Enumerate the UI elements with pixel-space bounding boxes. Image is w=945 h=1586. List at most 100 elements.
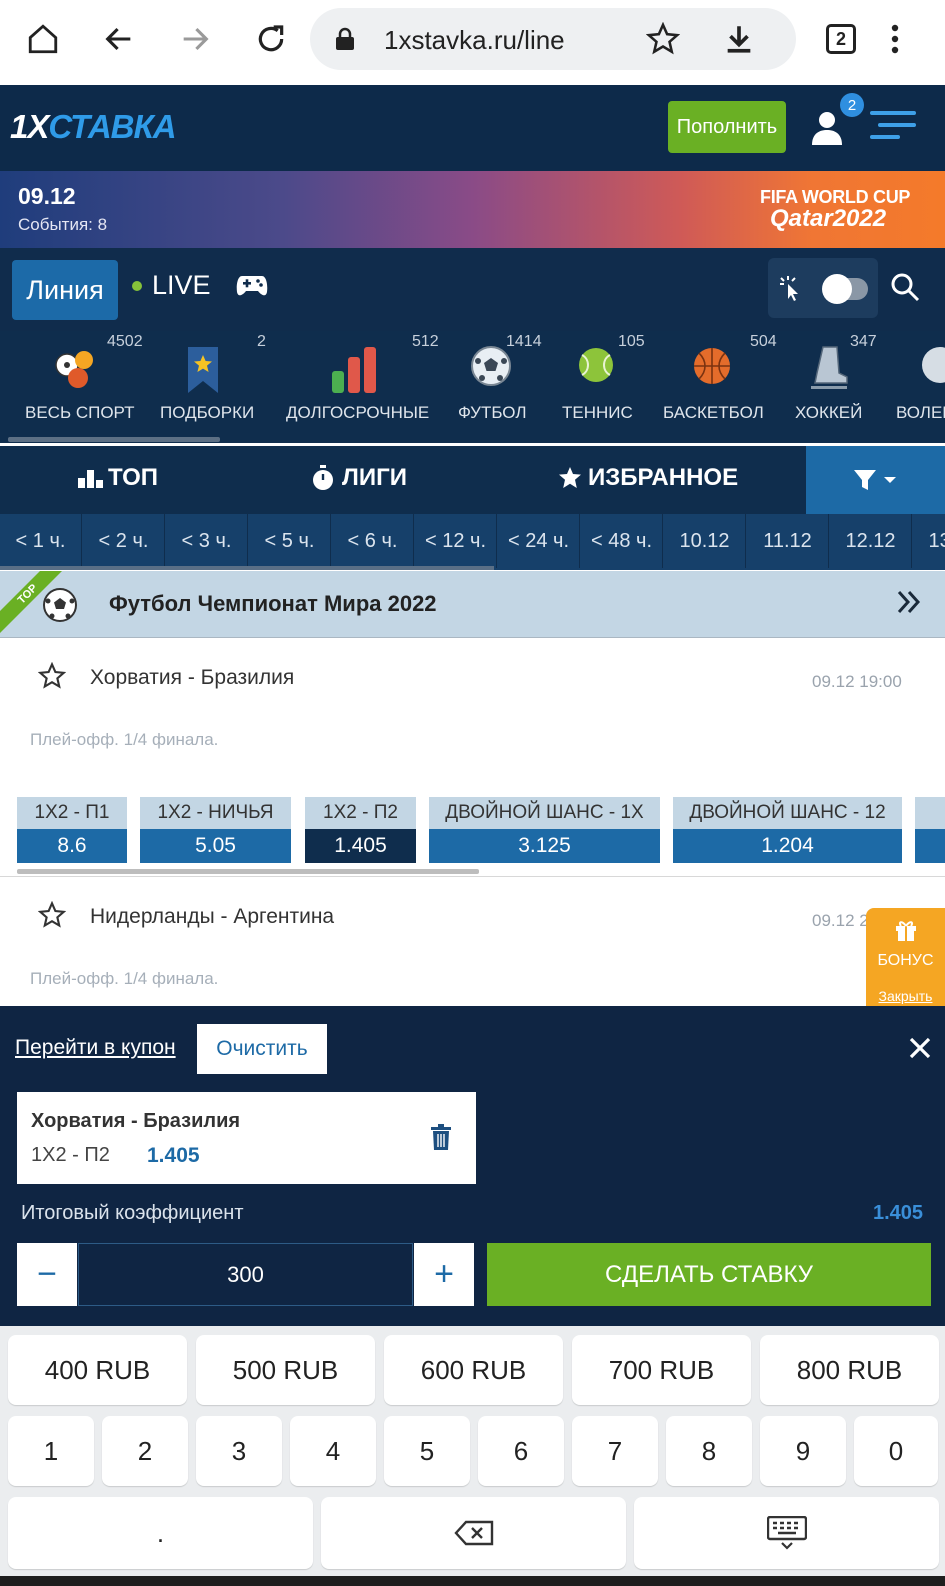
time-tab[interactable]: < 48 ч. (581, 514, 663, 568)
one-click-toggle[interactable] (768, 258, 878, 318)
preset-amount-key[interactable]: 800 RUB (760, 1335, 939, 1405)
preset-amount-key[interactable]: 600 RUB (384, 1335, 563, 1405)
bonus-close-link[interactable]: Закрыть (866, 988, 945, 1004)
favorite-star-icon[interactable] (38, 662, 66, 690)
time-tab[interactable]: 11.12 (747, 514, 829, 568)
league-header[interactable]: TOP Футбол Чемпионат Мира 2022 (0, 571, 945, 638)
digit-key[interactable]: 4 (290, 1416, 376, 1486)
odd-button[interactable]: 1X2 - П1 8.6 (17, 797, 127, 863)
digit-key[interactable]: 0 (854, 1416, 938, 1486)
tab-favorites[interactable]: ИЗБРАННОЕ (558, 464, 738, 492)
odd-button[interactable]: ДВОЙНОЙ ШАНС - 1X 3.125 (429, 797, 660, 863)
digit-key[interactable]: 1 (8, 1416, 94, 1486)
odd-value (915, 829, 945, 863)
time-tab[interactable]: < 6 ч. (332, 514, 414, 568)
back-icon[interactable] (94, 14, 144, 64)
bet-slip-item: Хорватия - Бразилия 1X2 - П2 1.405 (17, 1092, 476, 1184)
preset-amount-key[interactable]: 400 RUB (8, 1335, 187, 1405)
overflow-menu-icon[interactable] (870, 14, 920, 64)
preset-amount-key[interactable]: 700 RUB (572, 1335, 751, 1405)
time-tab[interactable]: < 5 ч. (249, 514, 331, 568)
time-tab[interactable]: < 2 ч. (83, 514, 165, 568)
sport-item-volleyball[interactable]: ВОЛЕЙ (894, 331, 945, 443)
time-tab[interactable]: < 12 ч. (415, 514, 497, 568)
sport-label: ДОЛГОСРОЧНЫЕ (286, 403, 430, 422)
backspace-key[interactable] (321, 1497, 626, 1569)
time-tab[interactable]: < 1 ч. (0, 514, 82, 568)
sport-item-hockey[interactable]: 347 ХОККЕЙ (795, 331, 877, 443)
sport-item-longterm[interactable]: 512 ДОЛГОСРОЧНЫЕ (286, 331, 439, 443)
place-bet-button[interactable]: СДЕЛАТЬ СТАВКУ (487, 1243, 931, 1306)
digit-key[interactable]: 3 (196, 1416, 282, 1486)
sport-item-all[interactable]: 4502 ВЕСЬ СПОРТ (20, 331, 143, 443)
tab-line[interactable]: Линия (12, 260, 118, 320)
sport-item-collections[interactable]: 2 ПОДБОРКИ (160, 331, 270, 443)
odd-button-partial[interactable] (915, 797, 945, 863)
preset-amount-key[interactable]: 500 RUB (196, 1335, 375, 1405)
home-icon[interactable] (18, 14, 68, 64)
banner-date: 09.12 (18, 183, 76, 209)
digit-key[interactable]: 2 (102, 1416, 188, 1486)
forward-icon[interactable] (170, 14, 220, 64)
bookmark-star-icon[interactable] (646, 22, 680, 56)
bet-item-match: Хорватия - Бразилия (31, 1110, 241, 1132)
odd-label: ДВОЙНОЙ ШАНС - 12 (673, 797, 902, 829)
match-stage: Плей-офф. 1/4 финала. (30, 730, 219, 749)
user-icon[interactable] (810, 109, 844, 145)
hockey-skate-icon (811, 346, 848, 389)
odd-value: 3.125 (429, 829, 660, 863)
sport-item-tennis[interactable]: 105 ТЕННИС (562, 331, 662, 443)
sport-count: 4502 (107, 333, 143, 350)
clear-button[interactable]: Очистить (197, 1024, 327, 1074)
dot-key[interactable]: . (8, 1497, 313, 1569)
tab-leagues[interactable]: ЛИГИ (310, 464, 407, 492)
odd-button-selected[interactable]: 1X2 - П2 1.405 (305, 797, 416, 863)
odd-button[interactable]: 1X2 - НИЧЬЯ 5.05 (140, 797, 291, 863)
sport-item-basketball[interactable]: 504 БАСКЕТБОЛ (663, 331, 777, 443)
tab-top[interactable]: ТОП (78, 464, 158, 492)
digit-key[interactable]: 7 (572, 1416, 658, 1486)
menu-icon[interactable] (870, 111, 916, 141)
increase-stake-button[interactable]: + (414, 1243, 474, 1306)
download-icon[interactable] (722, 22, 756, 56)
match-card[interactable]: Нидерланды - Аргентина 09.12 2 Плей-офф.… (0, 877, 945, 1006)
time-tab[interactable]: 10.12 (664, 514, 746, 568)
time-tab[interactable]: 12.12 (830, 514, 912, 568)
tab-switcher[interactable]: 2 (826, 24, 856, 54)
backspace-icon (453, 1520, 493, 1546)
time-tab[interactable]: < 3 ч. (166, 514, 248, 568)
topup-button[interactable]: Пополнить (668, 101, 786, 153)
events-banner[interactable]: 09.12 События: 8 FIFA WORLD CUP Qatar202… (0, 171, 945, 248)
sport-item-football[interactable]: 1414 ФУТБОЛ (458, 331, 548, 443)
goto-coupon-link[interactable]: Перейти в купон (15, 1036, 176, 1060)
digit-key[interactable]: 8 (666, 1416, 752, 1486)
lock-icon (336, 27, 354, 50)
digit-key[interactable]: 6 (478, 1416, 564, 1486)
time-tab[interactable]: 13.12 (913, 514, 945, 568)
sports-carousel: 4502 ВЕСЬ СПОРТ 2 ПОДБОРКИ 512 ДОЛГОСРОЧ… (0, 331, 945, 443)
reload-icon[interactable] (246, 14, 296, 64)
favorite-star-icon[interactable] (38, 901, 66, 929)
sport-label: БАСКЕТБОЛ (663, 403, 764, 422)
hide-keyboard-key[interactable] (634, 1497, 939, 1569)
double-chevron-right-icon[interactable] (896, 589, 922, 615)
url-text[interactable]: 1xstavka.ru/line (384, 25, 565, 56)
trash-icon[interactable] (431, 1124, 451, 1150)
close-icon[interactable] (908, 1036, 932, 1060)
bonus-widget[interactable]: БОНУС Закрыть (866, 908, 945, 1006)
tab-live[interactable]: LIVE (132, 270, 211, 301)
decrease-stake-button[interactable]: − (17, 1243, 77, 1306)
sport-count: 105 (618, 333, 645, 350)
digit-key[interactable]: 9 (760, 1416, 846, 1486)
filter-button[interactable] (806, 446, 945, 514)
time-tab[interactable]: < 24 ч. (498, 514, 580, 568)
odd-value: 1.405 (305, 829, 416, 863)
stake-input[interactable]: 300 (78, 1243, 413, 1306)
digit-key[interactable]: 5 (384, 1416, 470, 1486)
gamepad-icon[interactable] (236, 272, 268, 298)
odd-button[interactable]: ДВОЙНОЙ ШАНС - 12 1.204 (673, 797, 902, 863)
total-odds-value: 1.405 (873, 1202, 924, 1224)
search-icon[interactable] (890, 272, 920, 302)
address-bar[interactable]: 1xstavka.ru/line (310, 8, 796, 70)
site-logo[interactable]: 1XСТАВКА (10, 108, 177, 146)
